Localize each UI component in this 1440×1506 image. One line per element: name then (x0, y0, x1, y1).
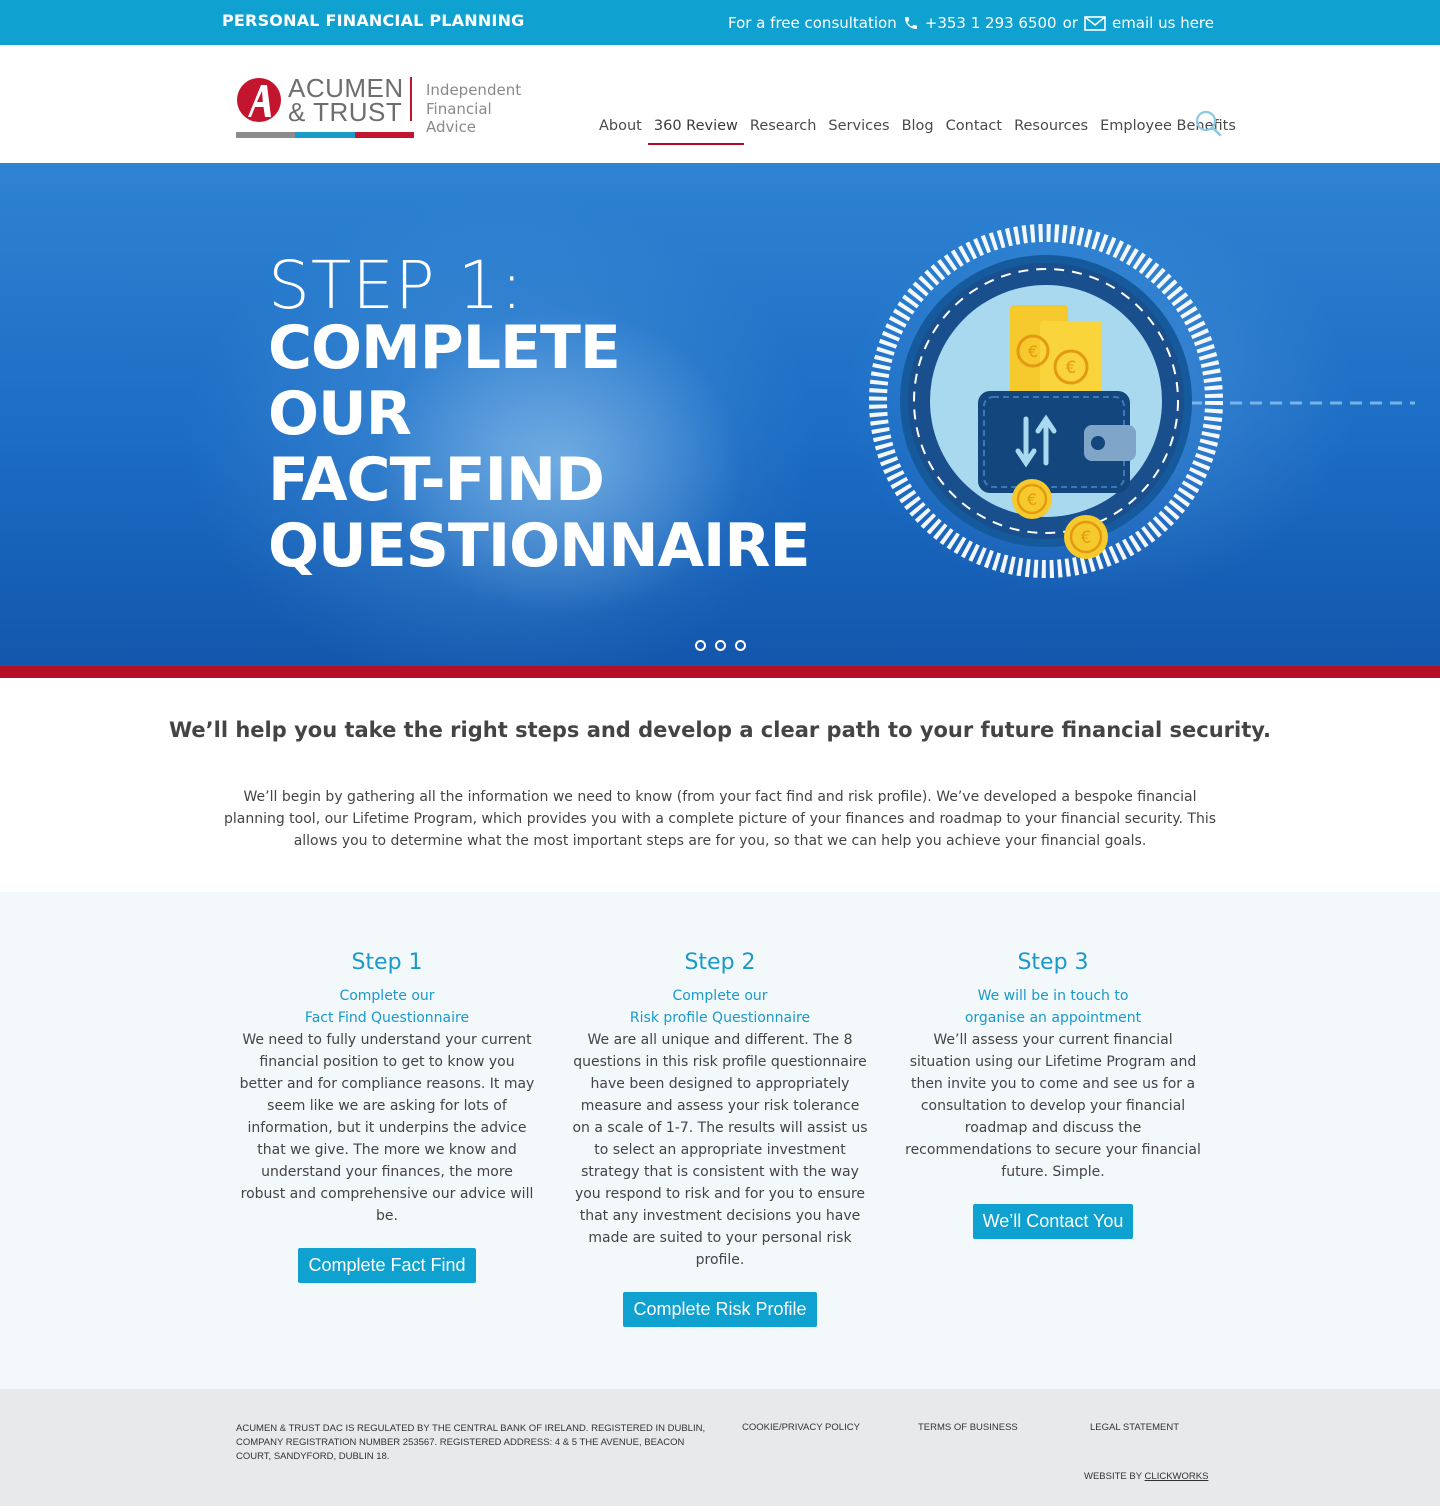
phone-icon (903, 15, 919, 31)
steps-section: Step 1 Complete our Fact Find Questionna… (0, 892, 1440, 1389)
footer-credit-link[interactable]: CLICKWORKS (1145, 1471, 1209, 1482)
hero-headline-line: FACT-FIND (268, 445, 605, 515)
top-bar-title: PERSONAL FINANCIAL PLANNING (222, 11, 525, 30)
footer-legal-text: ACUMEN & TRUST DAC IS REGULATED BY THE C… (236, 1423, 706, 1462)
logo-divider (410, 77, 412, 121)
hero-headline-line: COMPLETE (268, 313, 621, 383)
svg-text:€: € (1028, 342, 1038, 361)
slider-dot[interactable] (694, 640, 706, 651)
slider-dots (0, 640, 1440, 651)
step-title: Step 1 (351, 950, 423, 975)
nav-item-contact[interactable]: Contact (940, 115, 1008, 145)
footer-link-cookie-policy[interactable]: COOKIE/PRIVACY POLICY (742, 1422, 860, 1433)
site-footer: ACUMEN & TRUST DAC IS REGULATED BY THE C… (0, 1389, 1440, 1506)
nav-item-resources[interactable]: Resources (1008, 115, 1094, 145)
hero-red-divider (0, 666, 1440, 678)
step-subtitle-line1: Complete our (672, 988, 768, 1004)
search-icon[interactable] (1194, 109, 1222, 137)
consultation-text: For a free consultation (728, 14, 897, 32)
svg-text:€: € (1027, 490, 1037, 509)
logo-tagline-line1: Independent (426, 81, 522, 99)
nav-item-360-review[interactable]: 360 Review (647, 115, 744, 145)
main-nav: About 360 Review Research Services Blog … (593, 115, 1242, 145)
logo-name-line2: & TRUST (288, 97, 403, 127)
step-subtitle-line2: Risk profile Questionnaire (629, 1010, 811, 1026)
email-link[interactable]: email us here (1112, 14, 1214, 32)
logo-mark-icon (237, 78, 281, 122)
hero-headline-line: QUESTIONNAIRE (268, 511, 811, 581)
top-bar: PERSONAL FINANCIAL PLANNING For a free c… (0, 0, 1440, 45)
phone-link[interactable]: +353 1 293 6500 (925, 14, 1057, 32)
svg-text:€: € (1081, 528, 1092, 548)
envelope-icon[interactable] (1084, 15, 1106, 31)
svg-text:€: € (1066, 358, 1077, 378)
footer-link-legal-statement[interactable]: LEGAL STATEMENT (1090, 1422, 1179, 1433)
nav-item-about[interactable]: About (593, 115, 648, 145)
step-body: We need to fully understand your current… (239, 1032, 535, 1224)
step-body: We are all unique and different. The 8 q… (572, 1032, 868, 1268)
complete-risk-profile-button[interactable]: Complete Risk Profile (623, 1292, 817, 1327)
nav-item-research[interactable]: Research (744, 115, 823, 145)
step-subtitle-line2: organise an appointment (964, 1010, 1142, 1026)
contact-strip: For a free consultation +353 1 293 6500 … (728, 14, 1214, 32)
logo-tagline-line2: Financial Advice (426, 100, 492, 136)
wallet-euro-icon: € € € € (869, 224, 1415, 578)
step-card-3: Step 3 We will be in touch to organise a… (903, 950, 1203, 1239)
or-text: or (1062, 14, 1078, 32)
slider-dot[interactable] (714, 640, 726, 651)
logo-color-stripe (236, 132, 414, 138)
intro-section: We’ll help you take the right steps and … (0, 678, 1440, 892)
complete-fact-find-button[interactable]: Complete Fact Find (298, 1248, 476, 1283)
step-subtitle-line2: Fact Find Questionnaire (304, 1010, 470, 1026)
intro-heading: We’ll help you take the right steps and … (169, 718, 1271, 742)
step-subtitle-line1: Complete our (339, 988, 435, 1004)
nav-item-blog[interactable]: Blog (896, 115, 940, 145)
step-body: We’ll assess your current financial situ… (905, 1032, 1201, 1180)
slider-dot[interactable] (734, 640, 746, 651)
step-card-1: Step 1 Complete our Fact Find Questionna… (237, 950, 537, 1283)
intro-paragraph: We’ll begin by gathering all the informa… (223, 789, 1217, 849)
site-header: ACUMEN & TRUST Independent Financial Adv… (0, 45, 1440, 163)
contact-you-button[interactable]: We’ll Contact You (972, 1204, 1134, 1239)
hero-headline-line: OUR (268, 379, 412, 449)
nav-item-services[interactable]: Services (822, 115, 895, 145)
footer-credit-prefix: WEBSITE BY (1084, 1471, 1142, 1482)
step-card-2: Step 2 Complete our Risk profile Questio… (570, 950, 870, 1327)
hero-slider: STEP 1: COMPLETE OUR FACT-FIND QUESTIONN… (0, 163, 1440, 666)
hero-headline: COMPLETE OUR FACT-FIND QUESTIONNAIRE (268, 313, 811, 581)
step-title: Step 2 (684, 950, 756, 975)
step-title: Step 3 (1017, 950, 1089, 975)
step-subtitle-line1: We will be in touch to (977, 988, 1129, 1004)
footer-credit: WEBSITE BY CLICKWORKS (1084, 1471, 1208, 1482)
footer-link-terms[interactable]: TERMS OF BUSINESS (918, 1422, 1018, 1433)
